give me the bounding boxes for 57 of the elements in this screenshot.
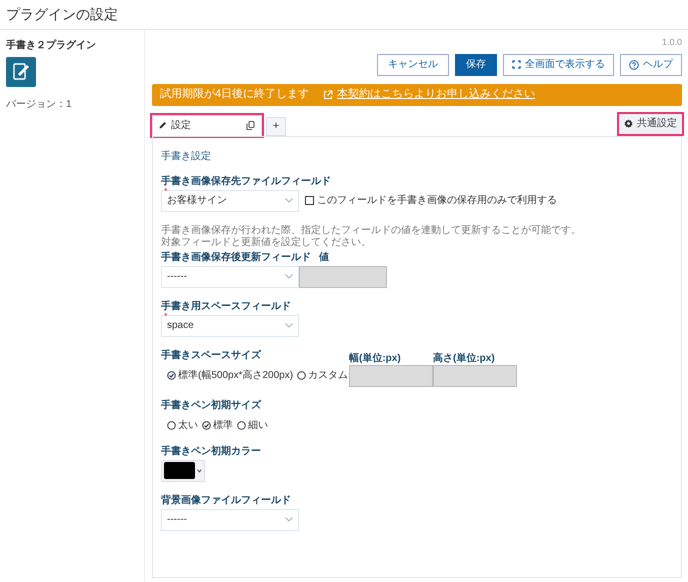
help-text: 対象フィールドと更新値を設定してください。 [161, 236, 372, 248]
chevron-down-icon [285, 198, 293, 203]
input-field[interactable] [299, 266, 387, 288]
chevron-down-icon [285, 274, 293, 279]
field-label: 幅(単位:px) [349, 352, 402, 364]
select-field[interactable]: * お客様サイン [161, 190, 299, 212]
radio-checked-icon[interactable] [202, 420, 211, 430]
radio-option[interactable]: カスタム [297, 368, 348, 382]
chevron-down-icon [285, 323, 293, 328]
common-settings-button[interactable]: 共通設定 [619, 114, 682, 134]
copy-icon[interactable] [246, 120, 255, 130]
select-field[interactable]: ------ [161, 508, 299, 530]
notice-text: 試用期限が4日後に終了します [160, 87, 310, 102]
field-label: 手書き用スペースフィールド [161, 300, 292, 312]
radio-checked-icon[interactable] [167, 370, 176, 380]
fullscreen-button[interactable]: 全画面で表示する [503, 54, 614, 76]
external-link-icon [323, 90, 334, 100]
checkbox-icon[interactable] [305, 196, 314, 205]
plugin-name: 手書き２プラグイン [6, 38, 97, 53]
radio-option[interactable]: 標準 [202, 418, 233, 432]
pencil-icon [159, 121, 167, 129]
settings-icon [624, 119, 633, 128]
select-field[interactable]: ------ [161, 266, 299, 288]
plugin-version: バージョン：1 [6, 98, 73, 112]
version-number: 1.0.0 [662, 36, 682, 49]
checkbox-option[interactable]: このフィールドを手書き画像の保存用のみで利用する [305, 193, 557, 208]
help-button[interactable]: ヘルプ [620, 54, 682, 76]
field-label: 値 [319, 252, 329, 264]
field-label: 手書きペン初期サイズ [161, 400, 262, 412]
chevron-down-icon [285, 517, 293, 522]
expand-icon [512, 60, 521, 69]
page-title: プラグインの設定 [6, 5, 118, 24]
field-label: 背景画像ファイルフィールド [161, 494, 292, 506]
cancel-button[interactable]: キャンセル [377, 54, 449, 76]
plugin-icon [6, 57, 36, 87]
radio-option[interactable]: 太い [167, 418, 198, 432]
radio-icon[interactable] [237, 420, 246, 430]
field-label: 手書きスペースサイズ [161, 350, 262, 362]
help-icon [629, 60, 639, 70]
field-label: 手書き画像保存後更新フィールド [161, 252, 311, 264]
field-label: 手書きペン初期カラー [161, 446, 262, 458]
chevron-down-icon [197, 468, 202, 472]
radio-icon[interactable] [297, 370, 306, 380]
required-mark: * [164, 186, 168, 196]
radio-option[interactable]: 標準(幅500px*高さ200px) [167, 368, 294, 382]
section-title: 手書き設定 [161, 150, 212, 164]
required-mark: * [164, 312, 168, 320]
field-label: 手書き画像保存先ファイルフィールド [161, 176, 332, 188]
select-field[interactable]: * space [161, 314, 299, 336]
color-picker[interactable] [161, 460, 205, 482]
radio-icon[interactable] [167, 420, 176, 430]
save-button[interactable]: 保存 [455, 54, 497, 76]
field-label: 高さ(単位:px) [433, 352, 496, 364]
help-text: 手書き画像保存が行われた際、指定したフィールドの値を連動して更新することが可能です。 [161, 224, 582, 236]
settings-tab[interactable]: 設定 [152, 114, 262, 136]
add-tab[interactable]: + [266, 116, 286, 136]
radio-option[interactable]: 細い [237, 418, 268, 432]
